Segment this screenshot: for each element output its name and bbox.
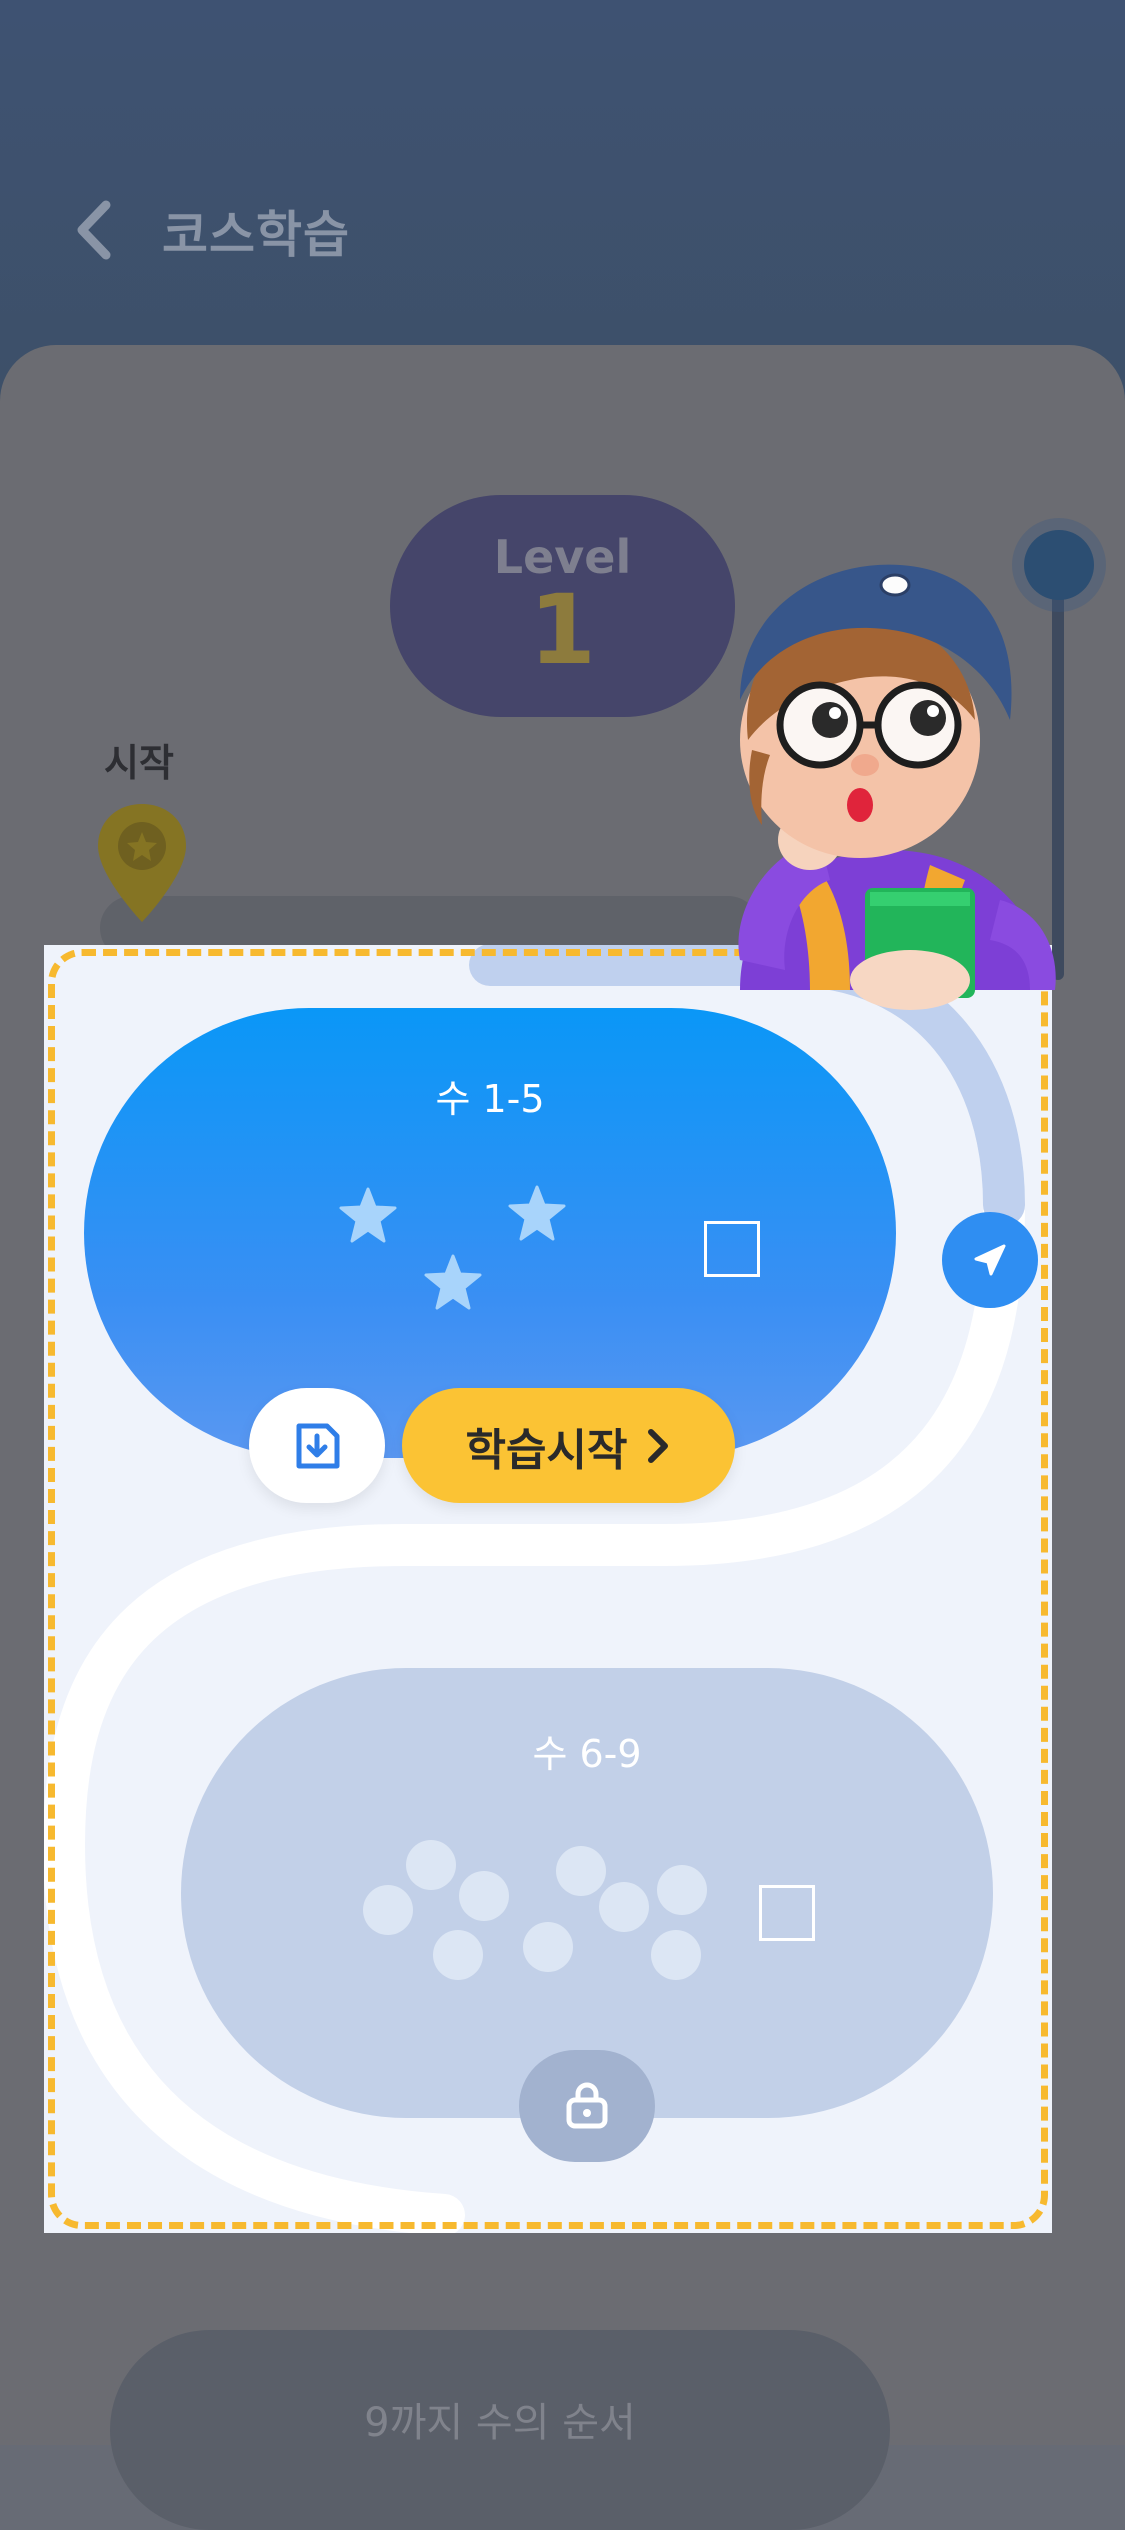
empty-star-dot: [363, 1885, 413, 1935]
level-badge: Level 1: [390, 495, 735, 717]
star-icon: [339, 1187, 397, 1243]
empty-star-dot: [657, 1865, 707, 1915]
document-download-icon: [296, 1423, 340, 1468]
star-icon: [508, 1185, 566, 1241]
goal-box-icon: [704, 1221, 760, 1277]
empty-star-dot: [651, 1930, 701, 1980]
navigate-button[interactable]: [942, 1212, 1038, 1308]
empty-star-dot: [599, 1882, 649, 1932]
mascot-character: [738, 564, 1056, 1010]
start-pin-icon: [98, 804, 186, 922]
locked-button: [519, 2050, 655, 2162]
highlight-area: 수 1-5 학습시작 수 6-9: [44, 945, 1052, 2233]
lock-icon: [566, 2082, 608, 2129]
start-study-button[interactable]: 학습시작: [402, 1388, 735, 1503]
start-study-label: 학습시작: [465, 1424, 628, 1476]
empty-star-dot: [433, 1930, 483, 1980]
empty-star-dot: [523, 1922, 573, 1972]
star-icon: [424, 1254, 482, 1310]
level-number: 1: [529, 574, 596, 686]
lesson-1-title: 수 1-5: [435, 1077, 545, 1121]
chevron-right-icon: [648, 1428, 669, 1463]
start-label: 시작: [104, 741, 174, 785]
chevron-left-icon: [77, 200, 111, 260]
empty-star-dot: [556, 1846, 606, 1896]
empty-star-dot: [459, 1871, 509, 1921]
download-button[interactable]: [249, 1388, 385, 1503]
page-title: 코스학습: [162, 206, 350, 264]
goal-box-icon: [759, 1885, 815, 1941]
lesson-2-title: 수 6-9: [532, 1732, 642, 1776]
navigation-arrow-icon: [974, 1244, 1006, 1276]
back-button[interactable]: [70, 195, 120, 265]
next-lesson-card: 9까지 수의 순서: [110, 2330, 890, 2530]
empty-star-dot: [406, 1840, 456, 1890]
next-lesson-title: 9까지 수의 순서: [364, 2400, 636, 2446]
